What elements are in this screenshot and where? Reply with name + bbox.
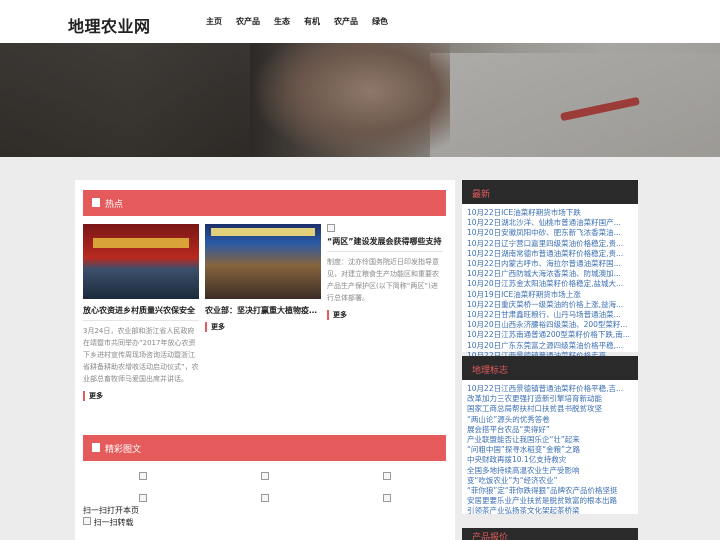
pics-section-title: 精彩图文 (105, 445, 142, 455)
site-logo[interactable]: 地理农业网 (68, 13, 151, 37)
news-desc-1: 3月24日，农业部和浙江省人民政府在靖暨市共同举办“2017年放心农资下乡进村宣… (83, 327, 199, 383)
list-item[interactable]: 10月20日江苏金太阳油菜籽价格稳定,盐城大... (467, 279, 634, 289)
broken-image-icon[interactable] (383, 472, 391, 480)
list-item[interactable]: 国家工商总局帮扶村口扶贫县书脱贫攻坚 (467, 404, 634, 414)
hot-section-title: 热点 (105, 200, 124, 210)
image-icon (92, 443, 100, 452)
list-item[interactable]: 10月22日内蒙古呼市、海拉尔普通油菜籽国... (467, 259, 634, 269)
news-image-2[interactable] (205, 224, 321, 299)
hero-shade (0, 43, 720, 157)
list-item[interactable]: 变“吃饭农业”为“经济农业” (467, 476, 634, 486)
list-item[interactable]: 10月22日湖北沙洋、仙桃市普通油菜籽国产... (467, 218, 634, 228)
conference-banner (211, 228, 315, 236)
list-item[interactable]: 中央财政再拨10.1亿支持救灾 (467, 455, 634, 465)
broken-image-icon[interactable] (261, 472, 269, 480)
divider (327, 251, 443, 252)
news-card-3: “两区”建设发展会获得哪些支持 制度：沈亦伶国务院近日印发指导意见，对建立粮食生… (327, 224, 443, 320)
list-item[interactable]: 10月22日江苏南通普通200型菜籽价格下跌,南... (467, 330, 634, 340)
broken-image-icon[interactable] (383, 494, 391, 502)
list-item[interactable]: “问粗中国”探寻水稻变“金粮”之路 (467, 445, 634, 455)
list-item[interactable]: 10月22日湖南常德市普通油菜籽价格稳定,贵... (467, 249, 634, 259)
nav-item-home[interactable]: 主页 (206, 16, 222, 27)
broken-image-icon[interactable] (139, 494, 147, 502)
sidebar-quotes-title: 产品报价 (462, 528, 638, 540)
more-link-2[interactable]: 更多 (205, 322, 225, 332)
news-title-3[interactable]: “两区”建设发展会获得哪些支持 (327, 236, 443, 247)
news-card-2: 农业部：坚决打赢重大植物疫情阻截战 更多 (205, 224, 321, 332)
sidebar-quotes: 产品报价 (462, 528, 638, 540)
list-item[interactable]: 10月22日江西景德镇普通油菜籽价格平稳,吉... (467, 384, 634, 394)
site-header: 地理农业网 主页 农产品 生态 有机 农产品 绿色 (0, 0, 720, 43)
list-item[interactable]: 10月22日辽宁营口嘉里四级菜油价格稳定,贵... (467, 239, 634, 249)
news-image-1[interactable] (83, 224, 199, 299)
list-item[interactable]: 展会搭平台农品“卖得好” (467, 425, 634, 435)
event-banner (93, 238, 189, 248)
news-title-1[interactable]: 放心农资进乡村质量兴农保安全 (83, 305, 199, 316)
news-card-1: 放心农资进乡村质量兴农保安全 3月24日，农业部和浙江省人民政府在靖暨市共同举办… (83, 224, 199, 401)
nav-item-ecology[interactable]: 生态 (274, 16, 290, 27)
pics-grid (83, 470, 446, 530)
nav-item-products[interactable]: 农产品 (236, 16, 260, 27)
document-icon (92, 198, 100, 207)
hero-banner (0, 43, 720, 157)
scan-open-text: 扫一扫打开本页 (83, 506, 139, 515)
sidebar-latest-title: 最新 (462, 180, 638, 204)
list-item[interactable]: 10月22日甘肃鑫旺粮行、山丹马场普通油菜... (467, 310, 634, 320)
news-desc-3: 制度：沈亦伶国务院近日印发指导意见，对建立粮食生产功能区和重要农产品生产保护区(… (327, 258, 439, 302)
list-item[interactable]: 10月22日ICE油菜籽期货市场下跌 (467, 208, 634, 218)
list-item[interactable]: 10月20日安徽凤阳中砂、肥东新飞浓香菜油... (467, 228, 634, 238)
more-link-3[interactable]: 更多 (327, 310, 347, 320)
broken-image-icon (83, 517, 91, 525)
hot-section-header: 热点 (83, 190, 446, 216)
broken-image-icon[interactable] (139, 472, 147, 480)
sidebar-latest: 最新 10月22日ICE油菜籽期货市场下跌 10月22日湖北沙洋、仙桃市普通油菜… (462, 180, 638, 360)
list-item[interactable]: “菲你狼”定“菲你跌得狠”品牌农产品价格坚挺 (467, 486, 634, 496)
list-item[interactable]: 10月22日广西防城大海浓香菜油、防城澳加... (467, 269, 634, 279)
sidebar-geo-indication: 地理标志 10月22日江西景德镇普通油菜籽价格平稳,吉... 改革加力三农更强打… (462, 356, 638, 516)
list-item[interactable]: 全国多地持续高温农业生产受影响 (467, 466, 634, 476)
list-item[interactable]: 10月19日ICE油菜籽期货市场上涨 (467, 290, 634, 300)
news-title-2[interactable]: 农业部：坚决打赢重大植物疫情阻截战 (205, 305, 321, 316)
nav-item-organic[interactable]: 有机 (304, 16, 320, 27)
list-item[interactable]: 10月20日山西永济腰裕四级菜油、200型菜籽... (467, 320, 634, 330)
main-nav: 主页 农产品 生态 有机 农产品 绿色 (206, 16, 402, 27)
list-item[interactable]: 产业联盟能否让我国乐企“壮”起来 (467, 435, 634, 445)
list-item[interactable]: 10月22日重庆菜桥一级菜油的价格上涨,益海... (467, 300, 634, 310)
scan-share-row: 扫一扫转载 (83, 517, 134, 528)
list-item[interactable]: 引领茶产业弘扬茶文化架起茶桥梁 (467, 506, 634, 516)
more-link-1[interactable]: 更多 (83, 391, 103, 401)
list-item[interactable]: 改革加力三农更强打造新引擎培育新动能 (467, 394, 634, 404)
divider (83, 320, 199, 321)
scan-share-text: 扫一扫转载 (93, 518, 134, 527)
nav-item-green[interactable]: 绿色 (372, 16, 388, 27)
list-item[interactable]: “两山论”源头的优秀答卷 (467, 415, 634, 425)
main-panel: 热点 放心农资进乡村质量兴农保安全 3月24日，农业部和浙江省人民政府在靖暨市共… (75, 180, 455, 540)
broken-image-icon (327, 224, 335, 232)
list-item[interactable]: 安居更要乐业产业扶贫是脱贫致富的根本出路 (467, 496, 634, 506)
sidebar-geo-title: 地理标志 (462, 356, 638, 380)
pics-section-header: 精彩图文 (83, 435, 446, 461)
nav-item-products-2[interactable]: 农产品 (334, 16, 358, 27)
list-item[interactable]: 10月20日广东东莞富之源四级菜油价格平稳,... (467, 341, 634, 351)
broken-image-icon[interactable] (261, 494, 269, 502)
